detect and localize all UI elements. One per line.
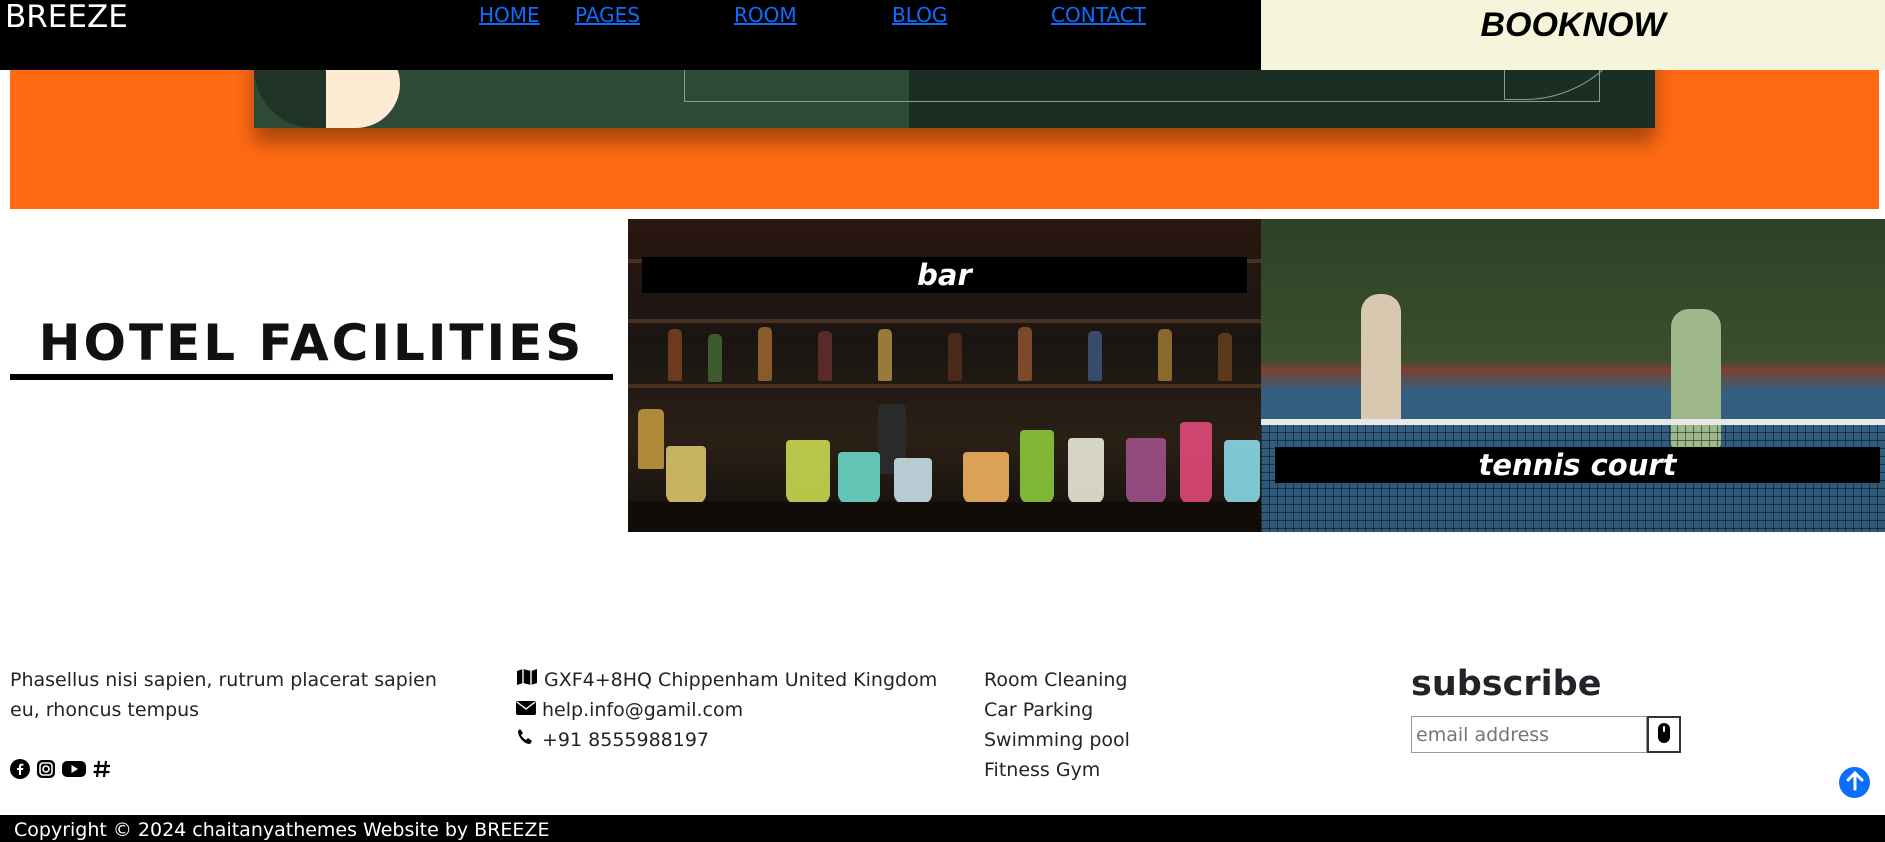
site-header: BREEZE HOME PAGES ROOM BLOG CONTACT bbox=[0, 0, 1261, 70]
facebook-icon[interactable] bbox=[10, 759, 30, 779]
facility-label-bar: bar bbox=[642, 257, 1247, 293]
nav-pages[interactable]: PAGES bbox=[575, 3, 734, 27]
service-car-parking[interactable]: Car Parking bbox=[984, 695, 1130, 725]
contact-address: GXF4+8HQ Chippenham United Kingdom bbox=[544, 669, 938, 691]
footer-contact: GXF4+8HQ Chippenham United Kingdom help.… bbox=[516, 665, 937, 755]
back-to-top-button[interactable] bbox=[1839, 767, 1870, 798]
book-now-button[interactable]: BOOKNOW bbox=[1261, 0, 1885, 70]
page: BREEZE HOME PAGES ROOM BLOG CONTACT BOOK… bbox=[0, 0, 1885, 842]
phone-icon bbox=[516, 725, 536, 755]
nav-home[interactable]: HOME bbox=[479, 3, 575, 27]
copyright-bar: Copyright © 2024 chaitanyathemes Website… bbox=[0, 815, 1885, 842]
service-room-cleaning[interactable]: Room Cleaning bbox=[984, 665, 1130, 695]
instagram-icon[interactable] bbox=[36, 759, 56, 779]
contact-phone[interactable]: +91 8555988197 bbox=[542, 725, 709, 755]
arrow-up-icon bbox=[1846, 770, 1864, 795]
social-links bbox=[10, 759, 112, 779]
service-fitness-gym[interactable]: Fitness Gym bbox=[984, 755, 1130, 785]
nav-contact[interactable]: CONTACT bbox=[1051, 3, 1161, 27]
envelope-icon bbox=[516, 695, 536, 725]
facility-tile-tennis-court[interactable]: tennis court bbox=[1261, 219, 1885, 532]
footer-description: Phasellus nisi sapien, rutrum placerat s… bbox=[10, 669, 437, 721]
email-input[interactable] bbox=[1411, 716, 1647, 753]
youtube-icon[interactable] bbox=[62, 759, 86, 779]
subscribe-button[interactable] bbox=[1647, 716, 1681, 753]
contact-email[interactable]: help.info@gamil.com bbox=[542, 695, 743, 725]
mouse-icon bbox=[1657, 722, 1671, 748]
site-logo[interactable]: BREEZE bbox=[5, 0, 128, 35]
service-swimming-pool[interactable]: Swimming pool bbox=[984, 725, 1130, 755]
facility-label-tennis-court: tennis court bbox=[1275, 447, 1880, 483]
nav-blog[interactable]: BLOG bbox=[892, 3, 1051, 27]
facilities-underline bbox=[10, 374, 613, 380]
subscribe-title: subscribe bbox=[1411, 664, 1602, 704]
footer-services: Room Cleaning Car Parking Swimming pool … bbox=[984, 665, 1130, 785]
facility-tile-bar[interactable]: bar bbox=[628, 219, 1261, 532]
book-now-label: BOOKNOW bbox=[1480, 6, 1666, 44]
hashtag-icon[interactable] bbox=[92, 759, 112, 779]
facilities-title: HOTEL FACILITIES bbox=[38, 314, 585, 372]
nav-room[interactable]: ROOM bbox=[734, 3, 892, 27]
main-nav: HOME PAGES ROOM BLOG CONTACT bbox=[479, 3, 1161, 27]
map-icon bbox=[516, 665, 538, 695]
